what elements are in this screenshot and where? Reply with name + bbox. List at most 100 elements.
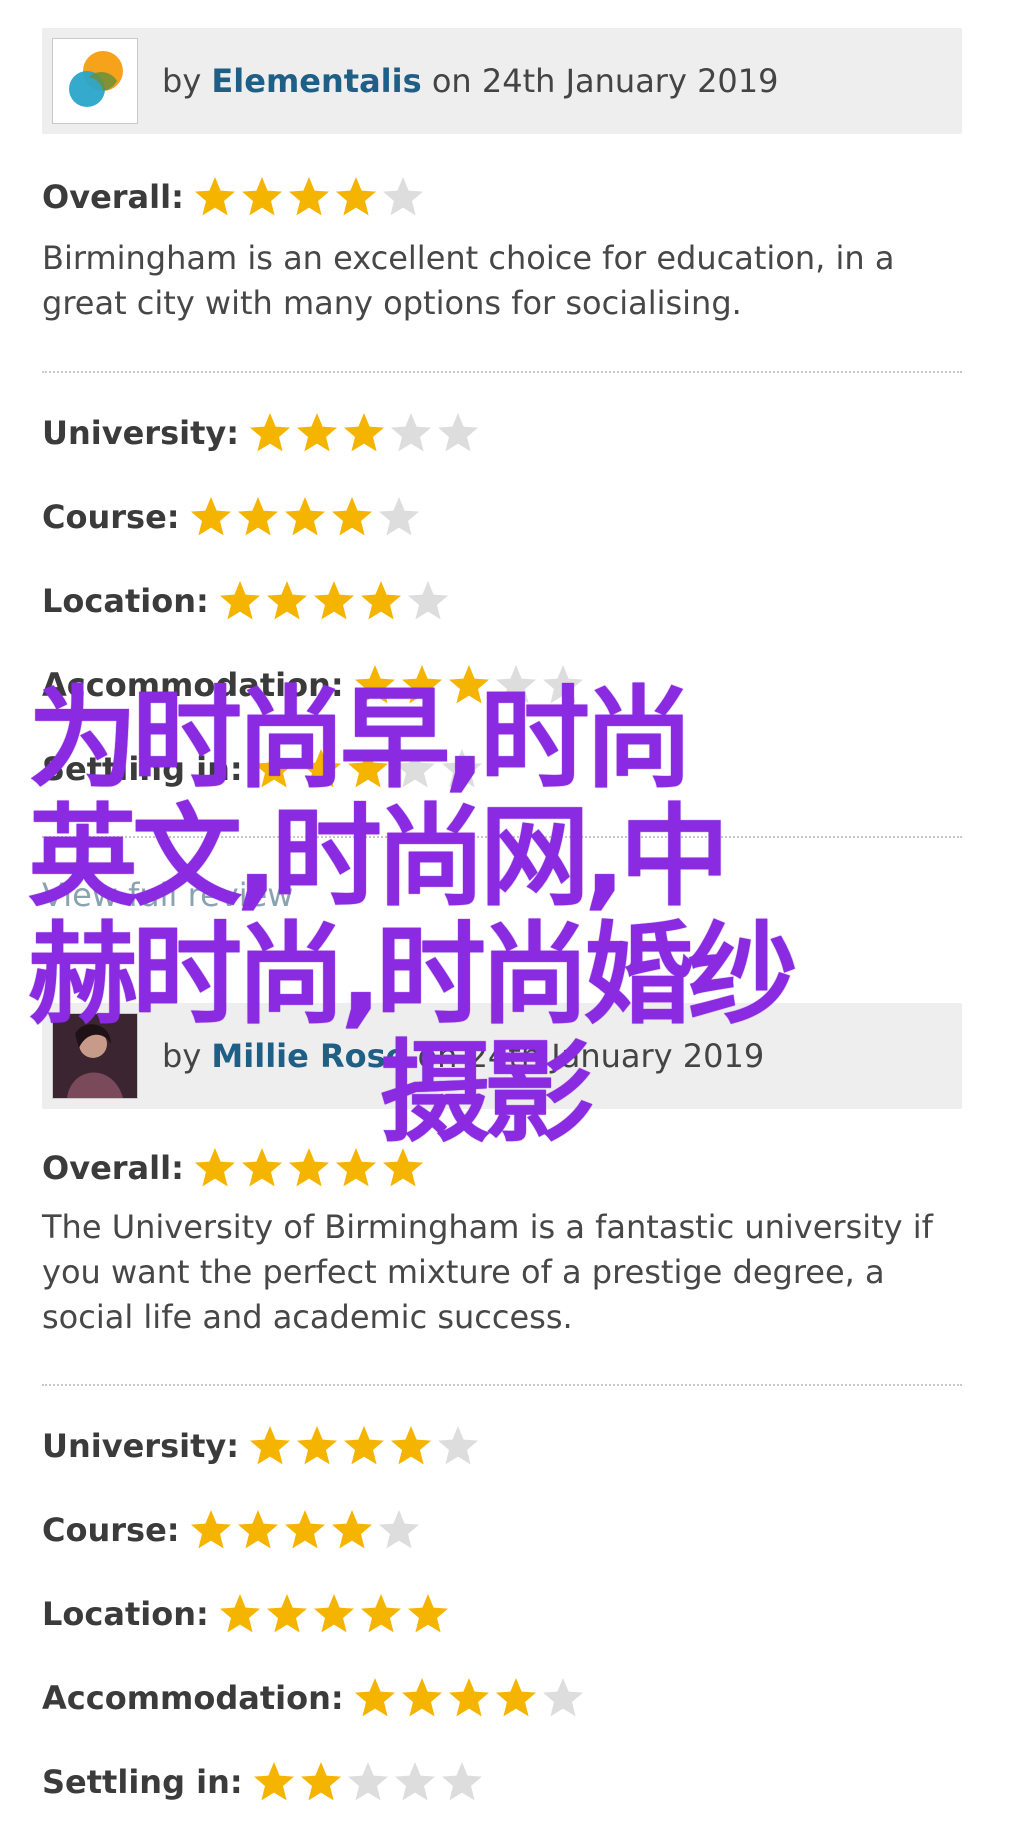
star-rating <box>188 494 423 540</box>
rating-label: Course: <box>42 498 180 536</box>
review-byline: by Elementalis on 24th January 2019 <box>162 28 779 134</box>
by-text: by <box>162 62 202 100</box>
star-empty-icon <box>439 746 485 792</box>
rating-label: Location: <box>42 1595 209 1633</box>
star-filled-icon <box>352 1675 398 1721</box>
star-filled-icon <box>235 494 281 540</box>
rating-label: University: <box>42 414 240 452</box>
star-filled-icon <box>188 1507 234 1553</box>
star-empty-icon <box>540 662 586 708</box>
star-rating <box>352 1675 587 1721</box>
star-filled-icon <box>188 494 234 540</box>
review-header: by Millie Rose on 24th January 2019 <box>42 1003 962 1109</box>
star-filled-icon <box>282 494 328 540</box>
divider <box>42 836 962 838</box>
review-date: on 24th January 2019 <box>417 1037 765 1075</box>
star-empty-icon <box>439 1759 485 1805</box>
star-empty-icon <box>376 494 422 540</box>
star-filled-icon <box>333 174 379 220</box>
star-empty-icon <box>380 174 426 220</box>
star-filled-icon <box>247 410 293 456</box>
review-header: by Elementalis on 24th January 2019 <box>42 28 962 134</box>
star-filled-icon <box>217 578 263 624</box>
star-filled-icon <box>298 746 344 792</box>
star-filled-icon <box>329 1507 375 1553</box>
rating-label: Settling in: <box>42 1763 243 1801</box>
star-rating <box>192 174 427 220</box>
rating-location: Location: <box>42 576 452 626</box>
rating-location: Location: <box>42 1589 452 1639</box>
star-filled-icon <box>341 1423 387 1469</box>
rating-label: Settling in: <box>42 750 243 788</box>
view-full-review-link[interactable]: View full review <box>42 876 293 914</box>
review-date: on 24th January 2019 <box>431 62 779 100</box>
review-comment: Birmingham is an excellent choice for ed… <box>42 239 895 322</box>
rating-label: Accommodation: <box>42 1679 344 1717</box>
star-filled-icon <box>294 1423 340 1469</box>
star-rating <box>251 1759 486 1805</box>
rating-course: Course: <box>42 1505 423 1555</box>
star-filled-icon <box>264 578 310 624</box>
reviews-page: by Elementalis on 24th January 2019 Over… <box>0 0 1010 1823</box>
star-empty-icon <box>540 1675 586 1721</box>
rating-settling-in: Settling in: <box>42 744 486 794</box>
overall-rating: Overall: <box>42 1143 427 1193</box>
star-filled-icon <box>446 1675 492 1721</box>
rating-label: Course: <box>42 1511 180 1549</box>
rating-university: University: <box>42 408 482 458</box>
rating-label: Overall: <box>42 1149 184 1187</box>
star-filled-icon <box>235 1507 281 1553</box>
star-filled-icon <box>388 1423 434 1469</box>
star-filled-icon <box>341 410 387 456</box>
overall-rating: Overall: <box>42 172 427 222</box>
star-filled-icon <box>329 494 375 540</box>
rating-label: Overall: <box>42 178 184 216</box>
star-filled-icon <box>294 410 340 456</box>
star-filled-icon <box>239 174 285 220</box>
star-filled-icon <box>380 1145 426 1191</box>
divider <box>42 1384 962 1386</box>
star-filled-icon <box>286 174 332 220</box>
review-comment: The University of Birmingham is a fantas… <box>42 1208 933 1336</box>
star-empty-icon <box>493 662 539 708</box>
star-empty-icon <box>435 1423 481 1469</box>
star-filled-icon <box>311 1591 357 1637</box>
star-empty-icon <box>435 410 481 456</box>
author-link[interactable]: Millie Rose <box>211 1037 407 1075</box>
star-empty-icon <box>376 1507 422 1553</box>
review-card: by Elementalis on 24th January 2019 Over… <box>42 28 962 914</box>
star-filled-icon <box>298 1759 344 1805</box>
rating-accommodation: Accommodation: <box>42 1673 587 1723</box>
star-filled-icon <box>192 1145 238 1191</box>
review-byline: by Millie Rose on 24th January 2019 <box>162 1003 764 1109</box>
star-rating <box>217 1591 452 1637</box>
star-rating <box>247 1423 482 1469</box>
avatar-logo-icon[interactable] <box>52 38 138 124</box>
star-rating <box>217 578 452 624</box>
star-filled-icon <box>192 174 238 220</box>
rating-label: Accommodation: <box>42 666 344 704</box>
star-filled-icon <box>399 662 445 708</box>
star-filled-icon <box>352 662 398 708</box>
star-filled-icon <box>405 1591 451 1637</box>
star-filled-icon <box>345 746 391 792</box>
star-filled-icon <box>251 1759 297 1805</box>
rating-accommodation: Accommodation: <box>42 660 587 710</box>
star-rating <box>188 1507 423 1553</box>
avatar-photo-icon[interactable] <box>52 1013 138 1099</box>
rating-settling-in: Settling in: <box>42 1757 486 1807</box>
star-filled-icon <box>247 1423 293 1469</box>
star-filled-icon <box>264 1591 310 1637</box>
star-filled-icon <box>399 1675 445 1721</box>
star-rating <box>352 662 587 708</box>
star-filled-icon <box>446 662 492 708</box>
star-empty-icon <box>388 410 434 456</box>
star-empty-icon <box>392 746 438 792</box>
author-link[interactable]: Elementalis <box>211 62 421 100</box>
star-filled-icon <box>493 1675 539 1721</box>
rating-label: Location: <box>42 582 209 620</box>
star-rating <box>247 410 482 456</box>
star-filled-icon <box>286 1145 332 1191</box>
rating-course: Course: <box>42 492 423 542</box>
star-filled-icon <box>282 1507 328 1553</box>
